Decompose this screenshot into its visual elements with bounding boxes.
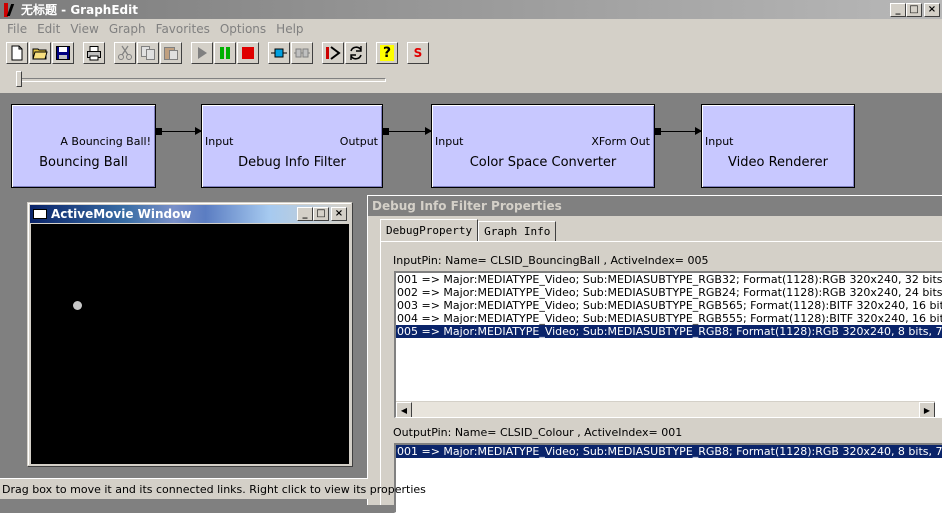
save-icon (56, 46, 70, 60)
list-item[interactable]: 004 => Major:MEDIATYPE_Video; Sub:MEDIAS… (396, 312, 942, 325)
maximize-button[interactable]: □ (906, 2, 922, 17)
title-bar[interactable]: 无标题 - GraphEdit _ □ × (0, 0, 942, 19)
seek-slider-track[interactable] (18, 78, 386, 82)
pause-button[interactable] (214, 42, 236, 64)
help-icon: ? (379, 45, 395, 61)
tab-graph-info[interactable]: Graph Info (478, 221, 557, 241)
activemovie-title: ActiveMovie Window (51, 207, 192, 221)
tab-debugproperty[interactable]: DebugProperty (380, 219, 479, 241)
filter-name: Bouncing Ball (39, 155, 128, 170)
paste-button[interactable] (160, 42, 182, 64)
paste-icon (164, 47, 178, 60)
pin-input[interactable]: Input (435, 135, 463, 148)
menu-file[interactable]: File (2, 22, 32, 36)
list-item[interactable]: 003 => Major:MEDIATYPE_Video; Sub:MEDIAS… (396, 299, 942, 312)
properties-title[interactable]: Debug Info Filter Properties (368, 196, 942, 216)
list-item-selected[interactable]: 005 => Major:MEDIATYPE_Video; Sub:MEDIAS… (396, 325, 942, 338)
minimize-button[interactable]: _ (297, 207, 313, 221)
pin-input[interactable]: Input (705, 135, 733, 148)
toolbar: ? S (0, 38, 942, 68)
stop-button[interactable] (237, 42, 259, 64)
activemovie-controls: _ □ × (297, 207, 347, 221)
filter-bouncing-ball[interactable]: A Bouncing Ball! Bouncing Ball (11, 104, 156, 188)
new-icon (11, 45, 23, 61)
pin-a-bouncing-ball[interactable]: A Bouncing Ball! (60, 135, 151, 148)
tab-page: InputPin: Name= CLSID_BouncingBall , Act… (380, 241, 942, 513)
menu-options[interactable]: Options (215, 22, 271, 36)
tab-strip: DebugProperty Graph Info (380, 219, 557, 241)
list-item-selected[interactable]: 001 => Major:MEDIATYPE_Video; Sub:MEDIAS… (396, 445, 942, 458)
input-pin-label: InputPin: Name= CLSID_BouncingBall , Act… (393, 254, 709, 267)
filter-name: Debug Info Filter (238, 155, 346, 170)
link-connection[interactable] (655, 127, 702, 135)
insert-filter-button[interactable] (322, 42, 344, 64)
seek-slider-thumb[interactable] (16, 71, 22, 87)
menu-view[interactable]: View (65, 22, 103, 36)
maximize-button[interactable]: □ (313, 207, 329, 221)
horizontal-scrollbar[interactable]: ◀ ▶ (396, 401, 935, 417)
s-button[interactable]: S (407, 42, 429, 64)
close-button[interactable]: × (331, 207, 347, 221)
list-item[interactable]: 002 => Major:MEDIATYPE_Video; Sub:MEDIAS… (396, 286, 942, 299)
menu-favorites[interactable]: Favorites (151, 22, 215, 36)
menu-edit[interactable]: Edit (32, 22, 65, 36)
filter-icon (326, 46, 341, 60)
open-button[interactable] (29, 42, 51, 64)
cut-icon (118, 45, 132, 60)
close-button[interactable]: × (924, 2, 940, 17)
scroll-left-button[interactable]: ◀ (396, 402, 412, 417)
copy-icon (141, 46, 155, 60)
seek-button[interactable] (268, 42, 290, 64)
frame-step-button[interactable] (291, 42, 313, 64)
play-icon (198, 47, 207, 59)
pin-xform-out[interactable]: XForm Out (591, 135, 650, 148)
scroll-right-button[interactable]: ▶ (919, 402, 935, 417)
link-connection[interactable] (156, 127, 202, 135)
input-media-types-list[interactable]: 001 => Major:MEDIATYPE_Video; Sub:MEDIAS… (394, 271, 942, 418)
filter-name: Color Space Converter (469, 155, 617, 170)
copy-button[interactable] (137, 42, 159, 64)
help-button[interactable]: ? (376, 42, 398, 64)
link-connection[interactable] (383, 127, 432, 135)
play-button[interactable] (191, 42, 213, 64)
print-icon (87, 46, 101, 61)
status-text: Drag box to move it and its connected li… (2, 483, 426, 496)
minimize-button[interactable]: _ (890, 2, 906, 17)
print-button[interactable] (83, 42, 105, 64)
pause-icon (220, 47, 230, 59)
new-button[interactable] (6, 42, 28, 64)
filter-name: Video Renderer (728, 155, 828, 170)
menu-help[interactable]: Help (271, 22, 308, 36)
output-pin-label: OutputPin: Name= CLSID_Colour , ActiveIn… (393, 426, 683, 439)
window-title: 无标题 - GraphEdit (21, 3, 138, 17)
menu-graph[interactable]: Graph (104, 22, 151, 36)
cut-button[interactable] (114, 42, 136, 64)
seek-icon (271, 48, 287, 58)
window-icon (33, 209, 47, 219)
pin-input[interactable]: Input (205, 135, 233, 148)
window-controls: _ □ × (890, 2, 940, 17)
save-button[interactable] (52, 42, 74, 64)
properties-dialog: Debug Info Filter Properties DebugProper… (367, 195, 942, 513)
menu-bar: File Edit View Graph Favorites Options H… (0, 19, 942, 38)
refresh-icon (350, 46, 362, 60)
filter-debug-info[interactable]: Input Output Debug Info Filter (201, 104, 383, 188)
stop-icon (242, 47, 254, 59)
list-item[interactable]: 001 => Major:MEDIATYPE_Video; Sub:MEDIAS… (396, 273, 942, 286)
bouncing-ball (73, 301, 82, 310)
activemovie-window[interactable]: ActiveMovie Window _ □ × (27, 202, 352, 466)
s-icon: S (413, 46, 423, 60)
activemovie-title-bar[interactable]: ActiveMovie Window _ □ × (30, 205, 349, 223)
frame-step-icon (294, 48, 310, 58)
filter-color-space-converter[interactable]: Input XForm Out Color Space Converter (431, 104, 655, 188)
pin-output[interactable]: Output (340, 135, 378, 148)
output-media-types-list[interactable]: 001 => Major:MEDIATYPE_Video; Sub:MEDIAS… (394, 443, 942, 513)
video-surface (31, 224, 349, 464)
refresh-button[interactable] (345, 42, 367, 64)
status-bar: Drag box to move it and its connected li… (0, 478, 426, 499)
filter-video-renderer[interactable]: Input Video Renderer (701, 104, 855, 188)
graphedit-app-icon[interactable] (2, 2, 18, 18)
open-icon (32, 48, 48, 60)
seek-slider-bar (0, 68, 942, 94)
